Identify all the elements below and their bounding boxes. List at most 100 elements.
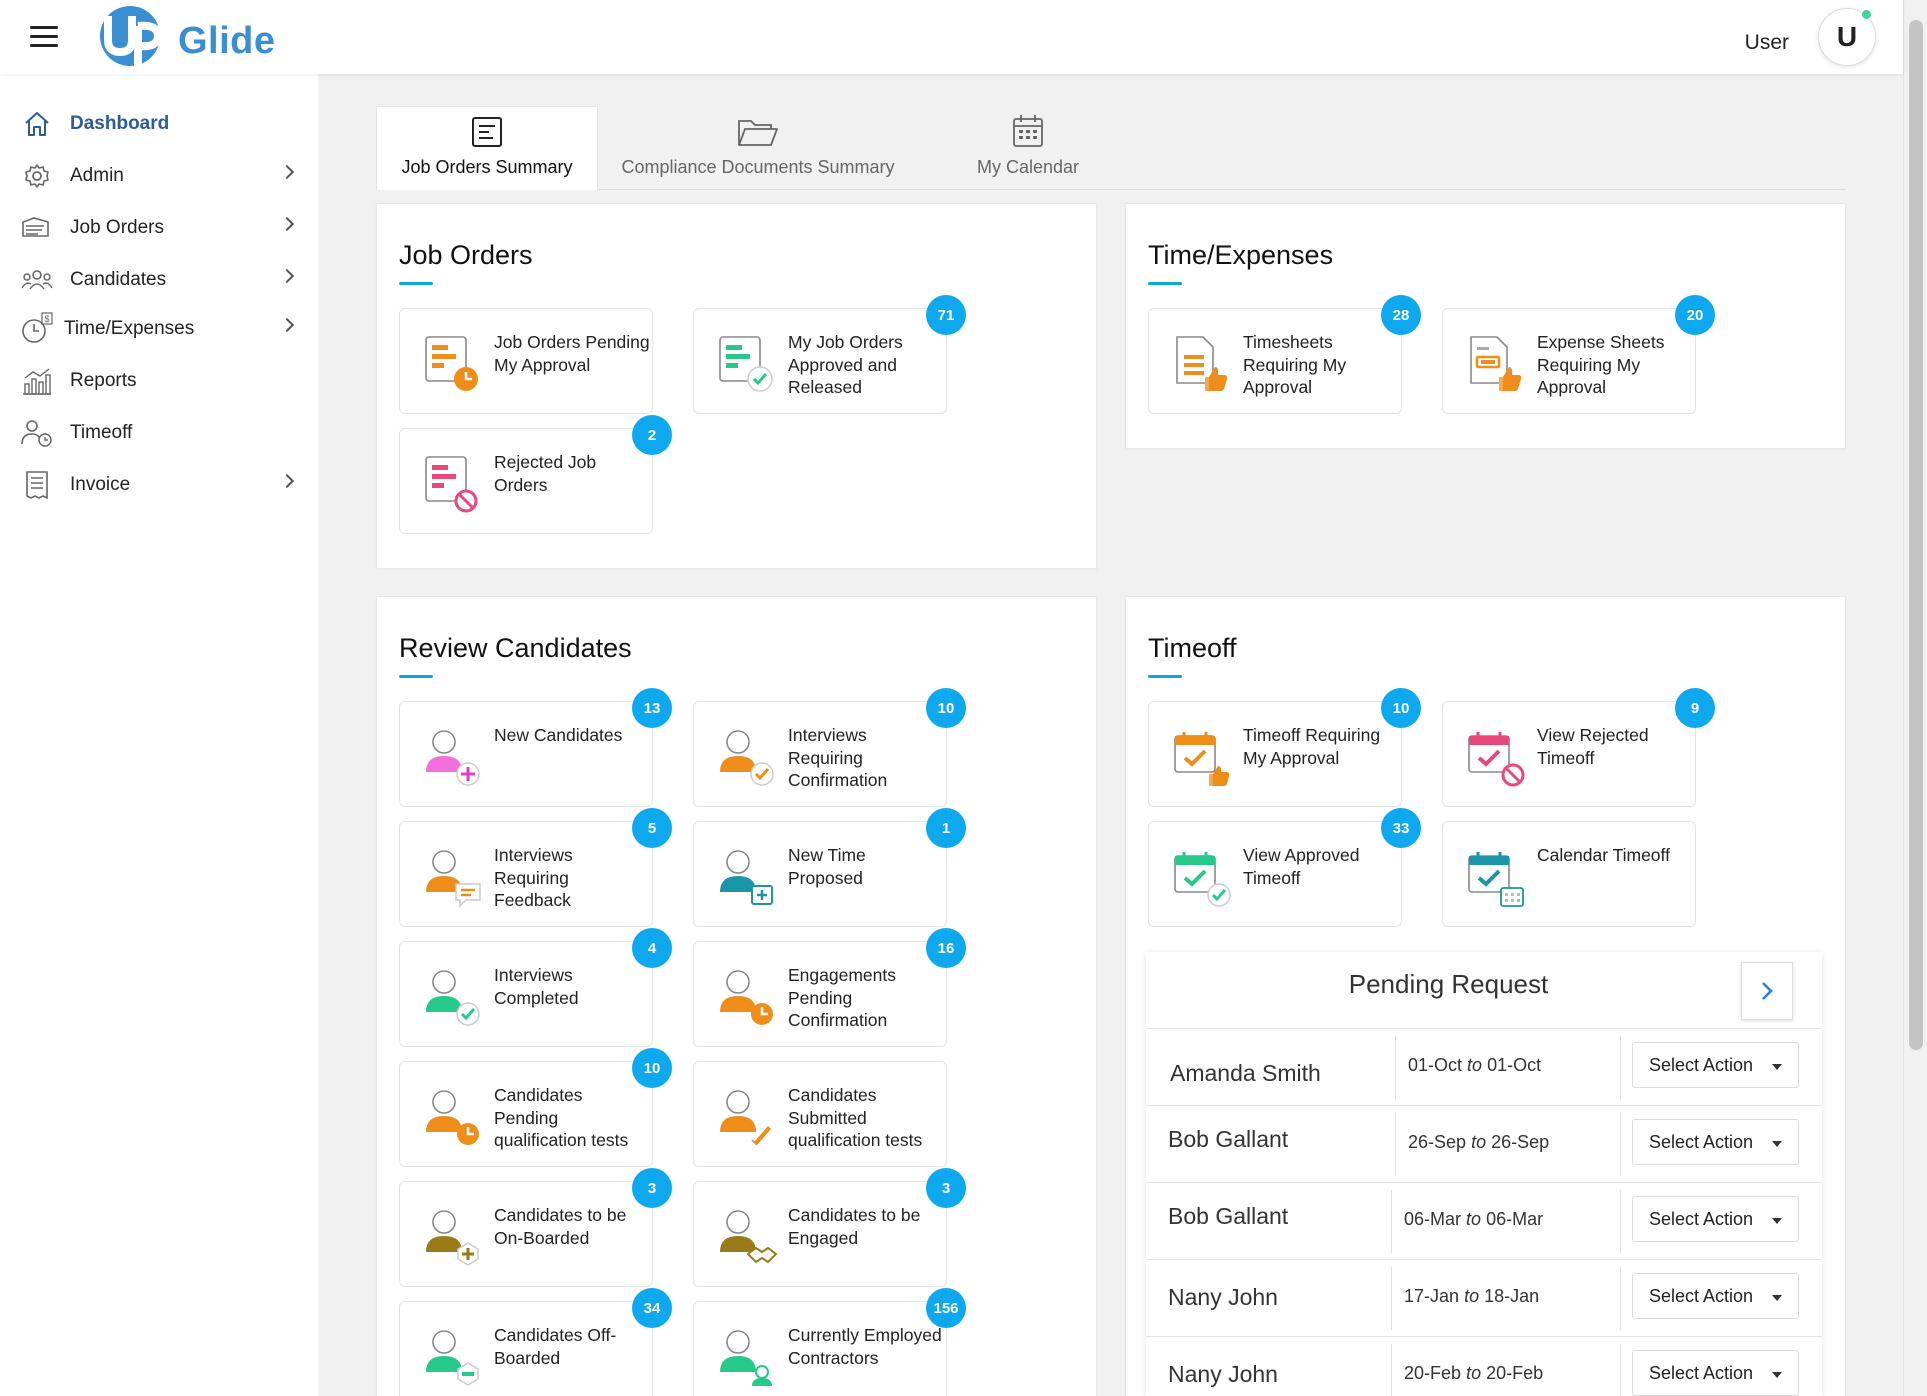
chevron-right-icon: [279, 268, 295, 284]
calendar-timeoff-icon: [1468, 852, 1524, 907]
chevron-right-icon: [279, 216, 295, 232]
tile-timesheets-approval[interactable]: Timesheets Requiring My Approval 28: [1148, 295, 1421, 414]
count-badge: 10: [926, 688, 966, 728]
select-action-label: Select Action: [1649, 1131, 1754, 1152]
tile-job-orders-pending-approval[interactable]: Job Orders Pending My Approval: [399, 308, 653, 414]
job-orders-card: Job Orders Job Orders Pending My Approva…: [376, 203, 1097, 569]
sidebar-item-timeoff[interactable]: Timeoff: [18, 411, 300, 455]
request-name: Bob Gallant: [1168, 1203, 1289, 1229]
count-badge: 13: [632, 688, 672, 728]
pending-request-title: Pending Request: [1348, 969, 1549, 999]
tile-candidates-to-be-onboarded[interactable]: Candidates to be On-Boarded 3: [399, 1168, 672, 1287]
tile-currently-employed-contractors[interactable]: Currently Employed Contractors 156: [693, 1288, 966, 1396]
sidebar-item-time-expenses[interactable]: $ Time/Expenses: [18, 307, 300, 351]
tab-job-orders-summary[interactable]: Job Orders Summary: [376, 106, 598, 190]
engage-icon: [720, 1210, 778, 1264]
scrollbar-thumb[interactable]: [1909, 20, 1923, 1050]
card-title: Time/Expenses: [1148, 240, 1334, 270]
select-action-label: Select Action: [1649, 1285, 1754, 1306]
tile-candidates-to-be-engaged[interactable]: Candidates to be Engaged 3: [693, 1168, 966, 1287]
count-badge: 33: [1381, 808, 1421, 848]
tile-my-job-orders-approved[interactable]: My Job Orders Approved and Released 71: [693, 295, 966, 414]
tile-label: Expense Sheets Requiring My Approval: [1537, 332, 1665, 397]
qualification-submitted-icon: [720, 1090, 771, 1146]
title-underline: [1148, 675, 1182, 678]
sidebar-item-dashboard[interactable]: Dashboard: [18, 102, 300, 146]
count-badge: 28: [1381, 295, 1421, 335]
tab-my-calendar[interactable]: My Calendar: [938, 106, 1118, 190]
select-action-dropdown[interactable]: Select Action: [1632, 1273, 1799, 1319]
job-pending-icon: [425, 336, 478, 391]
app-logo[interactable]: Glide: [88, 2, 288, 72]
tab-compliance-documents-summary[interactable]: Compliance Documents Summary: [608, 106, 908, 190]
tile-calendar-timeoff[interactable]: Calendar Timeoff: [1442, 821, 1696, 927]
tile-candidates-submitted-qualification[interactable]: Candidates Submitted qualification tests: [693, 1061, 947, 1167]
sidebar-item-label: Candidates: [70, 269, 167, 290]
people-icon: [18, 263, 56, 297]
expense-approval-icon: [1470, 336, 1522, 391]
tile-candidates-offboarded[interactable]: Candidates Off-Boarded 34: [399, 1288, 672, 1396]
avatar-initial: U: [1836, 21, 1858, 52]
user-name[interactable]: User: [1745, 31, 1789, 55]
page-scrollbar[interactable]: [1903, 0, 1927, 1396]
tile-interviews-completed[interactable]: Interviews Completed 4: [399, 928, 672, 1047]
sidebar-item-candidates[interactable]: Candidates: [18, 258, 300, 302]
tile-label: Candidates to be Engaged: [788, 1205, 921, 1248]
tile-view-approved-timeoff[interactable]: View Approved Timeoff 33: [1148, 808, 1421, 927]
select-action-dropdown[interactable]: Select Action: [1632, 1350, 1799, 1396]
sidebar-item-reports[interactable]: Reports: [18, 359, 300, 403]
tile-label: New Time Proposed: [788, 845, 866, 888]
sidebar-item-admin[interactable]: Admin: [18, 154, 300, 198]
tile-label: New Candidates: [494, 725, 623, 745]
column-divider: [1620, 1113, 1621, 1176]
sidebar-item-invoice[interactable]: Invoice: [18, 463, 300, 507]
tile-rejected-job-orders[interactable]: Rejected Job Orders 2: [399, 415, 672, 534]
sidebar: Dashboard Admin Job Orders Candidates $ …: [0, 74, 318, 1396]
tile-candidates-pending-qualification[interactable]: Candidates Pending qualification tests 1…: [399, 1048, 672, 1167]
home-icon: [18, 107, 56, 141]
folder-open-icon: [738, 120, 778, 146]
pending-row: Bob Gallant 06-Mar to 06-Mar Select Acti…: [1146, 1182, 1822, 1259]
sidebar-item-label: Admin: [70, 165, 124, 186]
tile-interviews-requiring-feedback[interactable]: Interviews Requiring Feedback 5: [399, 808, 672, 927]
time-expenses-card: Time/Expenses Timesheets Requiring My Ap…: [1125, 203, 1846, 449]
sidebar-item-label: Invoice: [70, 474, 131, 495]
tile-label: Candidates Pending qualification tests: [494, 1085, 629, 1150]
request-name: Bob Gallant: [1168, 1126, 1289, 1152]
sidebar-item-job-orders[interactable]: Job Orders: [18, 206, 300, 250]
tile-new-time-proposed[interactable]: New Time Proposed 1: [693, 808, 966, 927]
chevron-right-icon: [279, 164, 295, 180]
tile-new-candidates[interactable]: New Candidates 13: [399, 688, 672, 807]
tile-timeoff-requiring-approval[interactable]: Timeoff Requiring My Approval 10: [1148, 688, 1421, 807]
tile-engagements-pending-confirmation[interactable]: Engagements Pending Confirmation 16: [693, 928, 966, 1047]
count-badge: 1: [926, 808, 966, 848]
select-action-dropdown[interactable]: Select Action: [1632, 1196, 1799, 1242]
caret-down-icon: [1772, 1218, 1782, 1224]
menu-icon[interactable]: [30, 26, 58, 48]
next-button[interactable]: [1741, 962, 1793, 1020]
tile-interviews-requiring-confirmation[interactable]: Interviews Requiring Confirmation 10: [693, 688, 966, 807]
column-divider: [1395, 1036, 1396, 1099]
interview-feedback-icon: [426, 850, 481, 908]
select-action-dropdown[interactable]: Select Action: [1632, 1119, 1799, 1165]
person-clock-icon: [18, 416, 56, 450]
count-badge: 2: [632, 415, 672, 455]
tile-expense-sheets-approval[interactable]: Expense Sheets Requiring My Approval 20: [1442, 295, 1715, 414]
title-underline: [1148, 282, 1182, 285]
column-divider: [1391, 1267, 1392, 1330]
column-divider: [1391, 1190, 1392, 1253]
select-action-dropdown[interactable]: Select Action: [1632, 1042, 1799, 1088]
column-divider: [1395, 1113, 1396, 1176]
tile-view-rejected-timeoff[interactable]: View Rejected Timeoff 9: [1442, 688, 1715, 807]
tile-label: Calendar Timeoff: [1537, 845, 1670, 865]
tab-label: My Calendar: [976, 157, 1080, 177]
chevron-right-icon: [279, 317, 295, 333]
title-underline: [399, 675, 433, 678]
pending-row: Nany John 20-Feb to 20-Feb Select Action: [1146, 1336, 1822, 1396]
tile-label: Candidates Submitted qualification tests: [788, 1085, 923, 1150]
gear-icon: [18, 159, 56, 193]
qualification-pending-icon: [426, 1090, 479, 1145]
svg-text:$: $: [45, 314, 50, 324]
tile-label: Interviews Completed: [494, 965, 579, 1008]
pending-request-panel: Pending Request Amanda Smith 01-Oct to 0…: [1146, 952, 1822, 1396]
